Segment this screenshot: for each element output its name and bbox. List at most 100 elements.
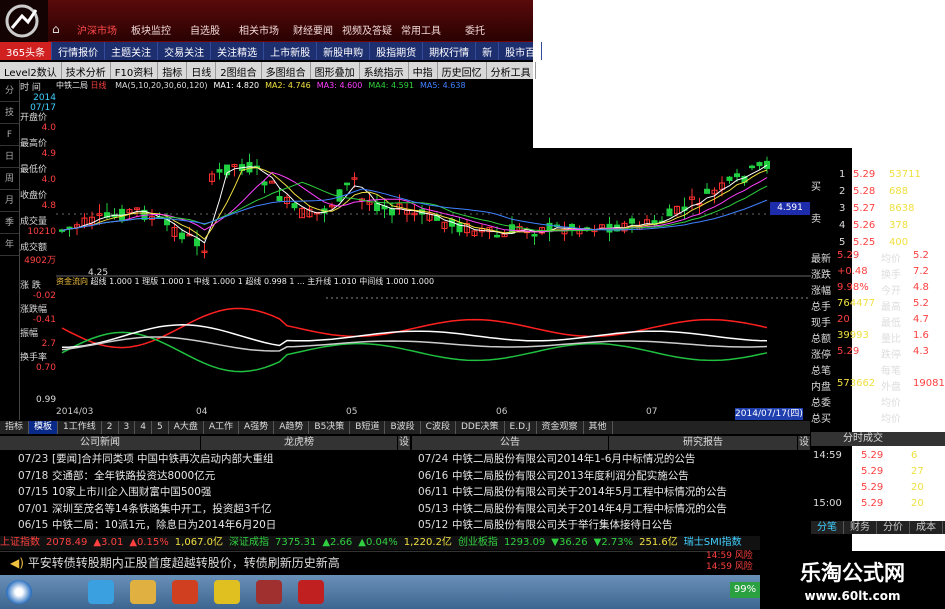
side-item[interactable]: 年 <box>0 234 19 256</box>
tab-item[interactable]: 新股申购 <box>317 42 371 60</box>
indicator-tab[interactable]: B5决策 <box>309 421 351 434</box>
indicator-tab[interactable]: 指标 <box>0 421 30 434</box>
menu-item[interactable]: 沪深市场 <box>70 22 124 37</box>
news-item[interactable]: 06/16 中铁二局股份有限公司2013年度利润分配实施公告 <box>418 468 810 485</box>
trades-head[interactable]: 分时成交 <box>811 432 945 446</box>
news-title[interactable]: 交通部：全年铁路投资达8000亿元 <box>52 470 215 482</box>
indicator-tab[interactable]: B短道 <box>350 421 386 434</box>
bid-row[interactable]: 3 5.27 8638 <box>811 202 945 217</box>
toolbar-button[interactable]: F10资料 <box>111 62 159 79</box>
news-item[interactable]: 07/24 中铁二局股份有限公司2014年1-6月中标情况的公告 <box>418 451 810 468</box>
indicator-tab[interactable]: A强势 <box>239 421 275 434</box>
scroll-news[interactable]: ◀) 平安转债转股期内正股首度超越转股价，转债刷新历史新高 <box>0 551 720 574</box>
tab-item[interactable]: 期权行情 <box>423 42 477 60</box>
indicator-tab[interactable]: C波段 <box>421 421 456 434</box>
kline-chart[interactable] <box>56 80 811 405</box>
menu-item[interactable]: 委托 <box>448 22 502 37</box>
side-item[interactable]: 日 <box>0 146 19 168</box>
home-icon[interactable]: ⌂ <box>52 22 66 36</box>
toolbar-button[interactable]: 历史回忆 <box>438 62 487 79</box>
tab-item[interactable]: 行情报价 <box>52 42 106 60</box>
tab-item[interactable]: 交易关注 <box>158 42 212 60</box>
trades-tab[interactable]: 成本 <box>910 521 943 534</box>
alert-item[interactable]: 14:59 风险 <box>706 551 758 562</box>
alert-item[interactable]: 14:59 风险 <box>706 562 758 573</box>
news-item[interactable]: 07/15 10家上市川企入围财富中国500强 <box>18 484 410 501</box>
news-item[interactable]: 05/12 中铁二局股份有限公司关于举行集体接待日公告 <box>418 517 810 534</box>
indicator-tab[interactable]: 4 <box>135 421 152 434</box>
side-item[interactable]: 季 <box>0 212 19 234</box>
indicator-tab[interactable]: 模板 <box>29 421 59 434</box>
news-title[interactable]: 深圳至茂名等14条铁路集中开工，投资超3千亿 <box>52 503 272 515</box>
side-item[interactable]: 周 <box>0 168 19 190</box>
menu-item[interactable]: 视频及答疑 <box>340 22 394 37</box>
bid-row[interactable]: 1 5.29 53711 <box>811 168 945 183</box>
tab-item[interactable]: 股市百 <box>499 42 543 60</box>
news-title[interactable]: 中铁二局股份有限公司2013年度利润分配实施公告 <box>452 470 689 482</box>
tab-item[interactable]: 关注精选 <box>211 42 265 60</box>
battery-icon[interactable]: 99% <box>730 582 760 598</box>
indicator-tab[interactable]: E.D.J <box>505 421 537 434</box>
toolbar-button[interactable]: 分析工具 <box>487 62 536 79</box>
tool-icon[interactable] <box>256 580 282 604</box>
news-item[interactable]: 06/15 中铁二局：10派1元，除息日为2014年6月20日 <box>18 517 410 534</box>
tab-item[interactable]: 365头条 <box>0 42 53 60</box>
indicator-tab[interactable]: A趋势 <box>274 421 310 434</box>
toolbar-button[interactable]: 多图组合 <box>262 62 311 79</box>
news-title[interactable]: 中铁二局股份有限公司2014年1-6月中标情况的公告 <box>452 453 695 465</box>
menu-item[interactable]: 财经要闻 <box>286 22 340 37</box>
news-title[interactable]: 中铁二局：10派1元，除息日为2014年6月20日 <box>52 519 276 531</box>
news-title[interactable]: 中铁二局股份有限公司关于举行集体接待日公告 <box>452 519 673 531</box>
news-item[interactable]: 07/18 交通部：全年铁路投资达8000亿元 <box>18 468 410 485</box>
trade-app-icon[interactable] <box>298 580 324 604</box>
toolbar-button[interactable]: 系统指示 <box>360 62 409 79</box>
indicator-tab[interactable]: 1工作线 <box>58 421 102 434</box>
menu-item[interactable]: 板块监控 <box>124 22 178 37</box>
bid-row[interactable]: 2 5.28 688 <box>811 185 945 200</box>
toolbar-button[interactable]: 2图组合 <box>216 62 262 79</box>
indicator-tab[interactable]: B波段 <box>385 421 421 434</box>
news-item[interactable]: 06/11 中铁二局股份有限公司关于2014年5月工程中标情况的公告 <box>418 484 810 501</box>
news-right-head2[interactable]: 研究报告 <box>609 436 797 450</box>
indicator-tab[interactable]: 5 <box>152 421 169 434</box>
toolbar-button[interactable]: 图形叠加 <box>311 62 360 79</box>
news-title[interactable]: 中铁二局股份有限公司关于2014年5月工程中标情况的公告 <box>452 486 727 498</box>
side-item[interactable]: 技 <box>0 102 19 124</box>
tab-item[interactable]: 上市新股 <box>264 42 318 60</box>
app-icon[interactable] <box>172 580 198 604</box>
news-left-head2[interactable]: 龙虎榜 <box>201 436 397 450</box>
news-title[interactable]: [要闻]合并同类项 中国中铁再次启动内部大重组 <box>52 453 274 465</box>
indicator-tab[interactable]: DDE决策 <box>456 421 505 434</box>
side-item[interactable]: F <box>0 124 19 146</box>
tab-item[interactable]: 股指期货 <box>370 42 424 60</box>
news-right-head[interactable]: 公告 <box>412 436 608 450</box>
menu-item[interactable]: 常用工具 <box>394 22 448 37</box>
news-left-head[interactable]: 公司新闻 <box>0 436 200 450</box>
menu-item[interactable]: 相关市场 <box>232 22 286 37</box>
tab-item[interactable]: 主题关注 <box>105 42 159 60</box>
toolbar-button[interactable]: 技术分析 <box>62 62 111 79</box>
indicator-tab[interactable]: 资金观察 <box>537 421 584 434</box>
news-right-settings[interactable]: 设 <box>798 436 810 450</box>
side-item[interactable]: 分 <box>0 80 19 102</box>
side-item[interactable]: 月 <box>0 190 19 212</box>
news-item[interactable]: 07/23 [要闻]合并同类项 中国中铁再次启动内部大重组 <box>18 451 410 468</box>
ie-icon[interactable] <box>88 580 114 604</box>
indicator-tab[interactable]: 2 <box>102 421 119 434</box>
bid-row[interactable]: 4 5.26 378 <box>811 219 945 234</box>
news-title[interactable]: 10家上市川企入围财富中国500强 <box>52 486 211 498</box>
news-left-settings[interactable]: 设 <box>398 436 410 450</box>
folder-icon[interactable] <box>130 580 156 604</box>
news-item[interactable]: 07/01 深圳至茂名等14条铁路集中开工，投资超3千亿 <box>18 501 410 518</box>
news-title[interactable]: 中铁二局股份有限公司关于2014年4月工程中标情况的公告 <box>452 503 727 515</box>
indicator-tab[interactable]: A大盘 <box>169 421 204 434</box>
trades-tab[interactable]: 分笔 <box>811 521 844 534</box>
toolbar-button[interactable]: 中指 <box>409 62 438 79</box>
indicator-tab[interactable]: 3 <box>119 421 136 434</box>
trades-tab[interactable]: 分价 <box>877 521 910 534</box>
indicator-tab[interactable]: 其他 <box>584 421 613 434</box>
toolbar-button[interactable]: 指标 <box>158 62 188 79</box>
tab-item[interactable]: 新 <box>476 42 500 60</box>
start-icon[interactable] <box>6 580 32 604</box>
indicator-tab[interactable]: A工作 <box>204 421 240 434</box>
